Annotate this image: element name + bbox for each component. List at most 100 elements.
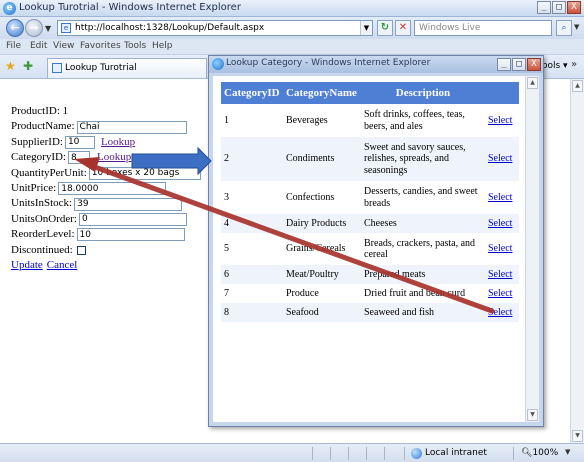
add-favorite-icon[interactable]: ✚ [23,59,33,73]
discontinued-label: Discontinued: [11,243,73,256]
row-units-on-order: UnitsOnOrder: [11,212,201,227]
select-link[interactable]: Select [488,218,512,229]
tab-label: Lookup Turotrial [65,63,137,73]
quantity-per-unit-input[interactable] [88,166,201,180]
select-link[interactable]: Select [488,307,512,318]
cell-id: 2 [221,137,283,181]
col-category-id: CategoryID [221,82,283,104]
table-row: 2 Condiments Sweet and savory sauces, re… [221,137,519,181]
table-header-row: CategoryID CategoryName Description [221,82,519,104]
zoom-value: 100% [532,448,559,458]
units-in-stock-label: UnitsInStock: [11,197,73,210]
search-input[interactable]: Windows Live [414,20,552,36]
cell-description: Seaweed and fish [361,303,485,322]
status-divider [348,447,349,460]
category-id-input[interactable] [67,151,90,165]
supplier-id-input[interactable] [64,135,95,149]
row-actions: Update Cancel [11,258,201,273]
table-row: 4 Dairy Products Cheeses Select [221,214,519,233]
table-row: 8 Seafood Seaweed and fish Select [221,303,519,322]
popup-close-button[interactable]: X [527,58,541,71]
tab-lookup-tutorial[interactable]: Lookup Turotrial [47,58,207,78]
col-select [485,82,519,104]
units-in-stock-input[interactable] [74,197,183,211]
menu-file[interactable]: File [6,41,21,51]
supplier-id-label: SupplierID: [11,135,63,148]
menu-view[interactable]: View [53,41,74,51]
stop-button[interactable]: ✕ [395,20,411,36]
table-row: 6 Meat/Poultry Prepared meats Select [221,265,519,284]
address-bar[interactable]: e http://localhost:1328/Lookup/Default.a… [57,20,373,36]
select-link[interactable]: Select [488,243,512,254]
favorites-star-icon[interactable]: ★ [5,59,16,73]
main-vertical-scrollbar[interactable]: ▲ ▼ [570,79,584,443]
scroll-up-arrow-icon[interactable]: ▲ [572,80,583,92]
units-on-order-label: UnitsOnOrder: [11,212,77,225]
popup-scroll-up-arrow-icon[interactable]: ▲ [527,77,538,89]
address-dropdown-icon[interactable]: ▼ [360,21,372,35]
status-divider [330,447,331,460]
menu-edit[interactable]: Edit [30,41,47,51]
refresh-button[interactable]: ↻ [377,20,393,36]
product-name-input[interactable] [76,120,187,134]
product-name-label: ProductName: [11,120,75,133]
main-titlebar: e Lookup Turotrial - Windows Internet Ex… [0,0,584,17]
row-units-in-stock: UnitsInStock: [11,196,201,211]
category-table: CategoryID CategoryName Description 1 Be… [221,82,519,322]
menu-favorites[interactable]: Favorites [80,41,121,51]
menu-tools[interactable]: Tools [124,41,146,51]
cell-name: Condiments [283,137,361,181]
row-reorder-level: ReorderLevel: [11,227,201,242]
popup-minimize-button[interactable]: _ [497,58,511,71]
units-on-order-input[interactable] [79,212,187,226]
table-row: 1 Beverages Soft drinks, coffees, teas, … [221,104,519,137]
select-link[interactable]: Select [488,192,512,203]
security-zone[interactable]: Local intranet [425,448,487,458]
forward-button[interactable]: → [25,19,43,37]
product-form: ProductID: 1 ProductName: SupplierID: Lo… [11,104,201,273]
maximize-button[interactable]: □ [552,1,566,14]
reorder-level-input[interactable] [76,228,185,242]
select-link[interactable]: Select [488,288,512,299]
cell-name: Beverages [283,104,361,137]
cell-id: 4 [221,214,283,233]
popup-vertical-scrollbar[interactable]: ▲ ▼ [525,76,539,422]
minimize-button[interactable]: _ [537,1,551,14]
unit-price-label: UnitPrice: [11,181,57,194]
cell-description: Sweet and savory sauces, relishes, sprea… [361,137,485,181]
intranet-globe-icon [411,448,422,459]
zoom-dropdown-icon[interactable]: ▼ [565,448,570,456]
close-button[interactable]: X [567,1,581,14]
select-link[interactable]: Select [488,153,512,164]
category-lookup-link[interactable]: Lookup [97,150,131,165]
supplier-lookup-link[interactable]: Lookup [101,135,135,150]
cell-id: 3 [221,181,283,214]
popup-maximize-button[interactable]: □ [512,58,526,71]
address-row: ← → ▼ e http://localhost:1328/Lookup/Def… [0,17,584,39]
cancel-link[interactable]: Cancel [47,258,78,273]
search-options-chevron-icon[interactable]: ▼ [574,23,579,31]
zoom-level[interactable]: 🔍︎100% [521,448,558,458]
main-window-controls: _ □ X [537,1,581,14]
cell-name: Meat/Poultry [283,265,361,284]
col-category-name: CategoryName [283,82,361,104]
more-chevron-icon[interactable]: » [571,59,577,70]
cell-description: Cheeses [361,214,485,233]
discontinued-checkbox[interactable] [76,245,86,255]
cell-name: Dairy Products [283,214,361,233]
recent-pages-chevron-icon[interactable]: ▼ [45,24,51,33]
select-link[interactable]: Select [488,115,512,126]
tab-page-icon [52,63,62,73]
popup-titlebar: Lookup Category - Windows Internet Explo… [209,56,543,73]
popup-scroll-down-arrow-icon[interactable]: ▼ [527,409,538,421]
status-divider [404,447,405,460]
update-link[interactable]: Update [11,258,43,273]
unit-price-input[interactable] [58,182,167,196]
address-url[interactable]: http://localhost:1328/Lookup/Default.asp… [75,22,264,35]
menu-help[interactable]: Help [152,41,173,51]
select-link[interactable]: Select [488,269,512,280]
scroll-down-arrow-icon[interactable]: ▼ [572,430,583,442]
cell-id: 5 [221,233,283,265]
back-button[interactable]: ← [6,19,24,37]
search-icon[interactable]: ⌕ [556,20,572,36]
